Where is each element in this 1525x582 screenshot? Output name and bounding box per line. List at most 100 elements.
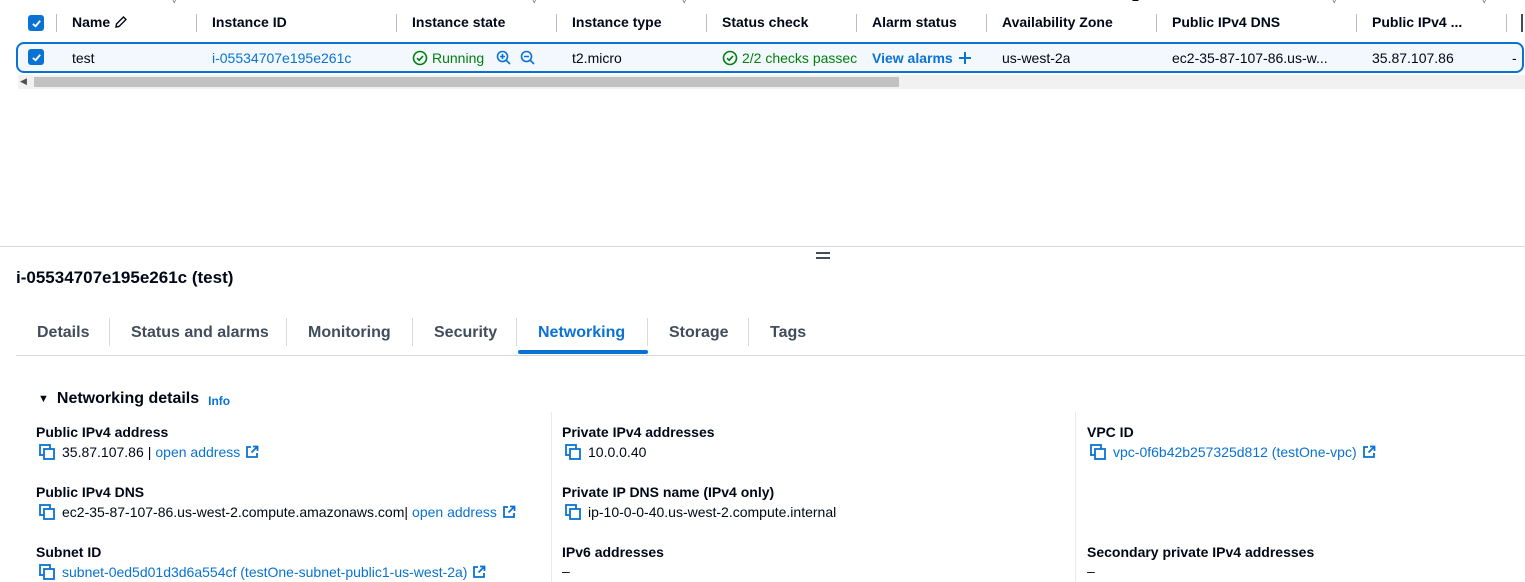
tab-security[interactable]: Security: [434, 316, 497, 350]
pencil-icon: [115, 16, 128, 28]
split-divider: [0, 246, 1525, 247]
column-header-name[interactable]: Name: [72, 0, 128, 44]
open-address-link[interactable]: open address: [412, 504, 497, 520]
label-private-ipv4-addresses: Private IPv4 addresses: [562, 424, 715, 440]
external-link-icon[interactable]: [472, 565, 486, 579]
column-header-public-ipv4[interactable]: Public IPv4 ...: [1372, 0, 1462, 44]
tab-networking[interactable]: Networking: [538, 316, 625, 350]
external-link-icon[interactable]: [245, 445, 259, 459]
tab-storage[interactable]: Storage: [669, 316, 729, 350]
cell-instance-type: t2.micro: [572, 49, 622, 66]
scrollbar-thumb[interactable]: [34, 77, 899, 87]
caret-down-icon: ▼: [38, 393, 49, 405]
tab-status-and-alarms[interactable]: Status and alarms: [131, 316, 269, 350]
pipe-separator: |: [404, 504, 409, 520]
pipe-separator: |: [147, 444, 152, 460]
networking-details-toggle[interactable]: ▼ Networking details Info: [38, 390, 230, 408]
value-ipv6-addresses: –: [562, 563, 570, 579]
cell-state: Running: [412, 44, 484, 71]
col-separator: [1521, 14, 1523, 32]
copy-icon[interactable]: [38, 563, 56, 581]
label-vpc-id: VPC ID: [1087, 424, 1134, 440]
col-separator: [706, 14, 707, 32]
resize-handle-icon[interactable]: [816, 252, 830, 262]
label-secondary-private-ipv4: Secondary private IPv4 addresses: [1087, 544, 1315, 560]
horizontal-scrollbar[interactable]: ◀: [18, 75, 1525, 89]
instances-table: Name ▽ Instance ID Instance state ▽ Inst…: [0, 0, 1525, 92]
label-subnet-id: Subnet ID: [36, 544, 102, 560]
value-private-ipv4-addresses: 10.0.0.40: [564, 443, 646, 461]
copy-icon[interactable]: [38, 443, 56, 461]
info-link[interactable]: Info: [208, 394, 230, 408]
column-header-alarm-status[interactable]: Alarm status: [872, 0, 957, 44]
zoom-in-icon[interactable]: [496, 44, 512, 71]
checkmark-icon: [31, 53, 41, 62]
label-public-ipv4-dns: Public IPv4 DNS: [36, 484, 145, 500]
select-all-checkbox[interactable]: [28, 15, 44, 31]
col-separator: [986, 14, 987, 32]
cell-status-check: 2/2 checks passec: [722, 44, 858, 71]
tab-separator: [647, 318, 648, 346]
cell-name: test: [72, 49, 95, 66]
tab-separator: [516, 318, 517, 346]
instance-id-link[interactable]: i-05534707e195e261c: [212, 44, 351, 71]
tab-monitoring[interactable]: Monitoring: [308, 316, 391, 350]
external-link-icon[interactable]: [502, 505, 516, 519]
col-separator: [856, 14, 857, 32]
copy-icon[interactable]: [564, 443, 582, 461]
panel-title: i-05534707e195e261c (test): [16, 268, 234, 287]
table-header: Name ▽ Instance ID Instance state ▽ Inst…: [0, 0, 1525, 44]
column-header-instance-type[interactable]: Instance type: [572, 0, 661, 44]
check-circle-icon: [722, 50, 738, 65]
plus-icon: [958, 51, 971, 64]
cell-az: us-west-2a: [1002, 49, 1071, 66]
check-circle-icon: [412, 50, 428, 65]
value-private-ip-dns-name: ip-10-0-0-40.us-west-2.compute.internal: [564, 503, 836, 521]
value-secondary-private-ipv4: –: [1087, 563, 1095, 579]
col-separator: [556, 14, 557, 32]
column-header-instance-state[interactable]: Instance state: [412, 0, 505, 44]
column-separator: [551, 412, 552, 582]
column-header-availability-zone[interactable]: Availability Zone: [1002, 0, 1113, 44]
open-address-link[interactable]: open address: [155, 444, 240, 460]
tab-details[interactable]: Details: [37, 316, 89, 350]
tab-separator: [286, 318, 287, 346]
scroll-left-icon[interactable]: ◀: [20, 76, 27, 87]
row-checkbox[interactable]: [28, 49, 44, 65]
label-public-ipv4-address: Public IPv4 address: [36, 424, 169, 440]
label-private-ip-dns-name: Private IP DNS name (IPv4 only): [562, 484, 775, 500]
external-link-icon[interactable]: [1362, 445, 1376, 459]
value-vpc-id: vpc-0f6b42b257325d812 (testOne-vpc): [1089, 443, 1376, 461]
value-subnet-id: subnet-0ed5d01d3d6a554cf (testOne-subnet…: [38, 563, 486, 581]
tab-separator: [748, 318, 749, 346]
col-separator: [396, 14, 397, 32]
cell-public-ipv4: 35.87.107.86: [1372, 49, 1454, 66]
cell-public-dns: ec2-35-87-107-86.us-w...: [1172, 49, 1328, 66]
checkmark-icon: [31, 19, 41, 28]
table-row[interactable]: test i-05534707e195e261c Running t2.micr…: [16, 42, 1524, 73]
detail-tabs: Details Status and alarms Monitoring Sec…: [16, 316, 1525, 356]
col-separator: [1506, 14, 1507, 32]
tab-tags[interactable]: Tags: [770, 316, 806, 350]
cell-overflow: -: [1512, 49, 1517, 66]
active-tab-indicator: [518, 350, 648, 354]
label-ipv6-addresses: IPv6 addresses: [562, 544, 664, 560]
value-public-ipv4-address: 35.87.107.86 | open address: [38, 443, 259, 461]
column-header-instance-id[interactable]: Instance ID: [212, 0, 287, 44]
value-public-ipv4-dns: ec2-35-87-107-86.us-west-2.compute.amazo…: [38, 503, 516, 521]
column-header-status-check[interactable]: Status check: [722, 0, 808, 44]
tab-separator: [412, 318, 413, 346]
col-separator: [1356, 14, 1357, 32]
column-header-public-dns[interactable]: Public IPv4 DNS: [1172, 0, 1280, 44]
vpc-link[interactable]: vpc-0f6b42b257325d812 (testOne-vpc): [1113, 444, 1357, 460]
tab-separator: [109, 318, 110, 346]
view-alarms-link[interactable]: View alarms: [872, 44, 972, 71]
col-separator: [196, 14, 197, 32]
subnet-link[interactable]: subnet-0ed5d01d3d6a554cf (testOne-subnet…: [62, 564, 467, 580]
zoom-out-icon[interactable]: [520, 44, 536, 71]
col-separator: [1156, 14, 1157, 32]
copy-icon[interactable]: [1089, 443, 1107, 461]
column-separator: [1075, 412, 1076, 582]
copy-icon[interactable]: [564, 503, 582, 521]
copy-icon[interactable]: [38, 503, 56, 521]
